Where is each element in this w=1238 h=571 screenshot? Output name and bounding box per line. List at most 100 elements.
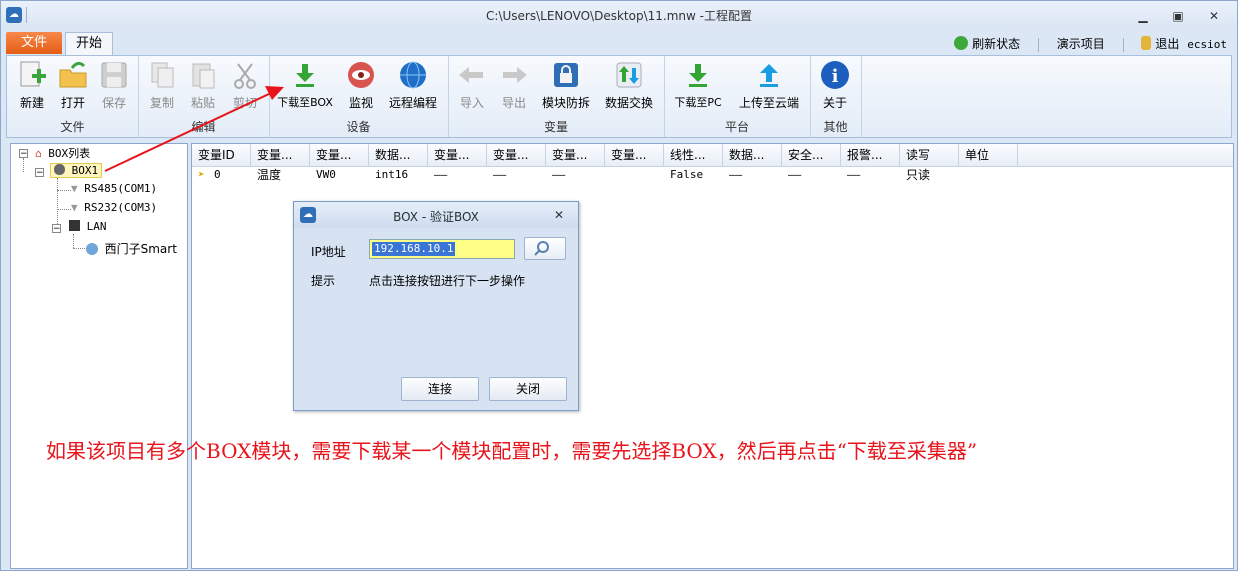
table-cell[interactable]: —— <box>428 166 487 184</box>
ip-address-input[interactable]: 192.168.10.1 <box>369 239 515 259</box>
search-button[interactable] <box>524 237 566 260</box>
column-header[interactable]: 安全... <box>782 144 841 166</box>
hint-text: 点击连接按钮进行下一步操作 <box>369 274 526 288</box>
tree-line <box>57 209 71 210</box>
import-label: 导入 <box>459 96 484 110</box>
table-cell[interactable]: 0 <box>208 166 248 184</box>
column-header[interactable]: 线性... <box>664 144 723 166</box>
table-cell[interactable]: —— <box>723 166 782 184</box>
refresh-label: 刷新状态 <box>972 37 1021 51</box>
tree-node-rs232[interactable]: ▼ RS232(COM3) <box>71 201 157 214</box>
maximize-icon[interactable]: ▣ <box>1168 8 1188 24</box>
upload-to-cloud-button[interactable]: 上传至云端 <box>736 60 802 111</box>
export-label: 导出 <box>501 96 526 110</box>
table-cell[interactable] <box>605 166 664 184</box>
tree-lan-label: LAN <box>86 220 107 233</box>
column-header[interactable]: 数据... <box>369 144 428 166</box>
about-button[interactable]: i 关于 <box>817 60 853 111</box>
ribbon-group-file: 新建 打开 保存 文件 <box>7 56 139 137</box>
data-exchange-button[interactable]: 数据交换 <box>603 60 655 111</box>
demo-project-button[interactable]: 演示项目 <box>1057 35 1105 52</box>
tree-line <box>23 158 24 172</box>
collapse-toggle[interactable]: − <box>52 224 61 234</box>
close-button[interactable]: 关闭 <box>489 377 567 401</box>
tree-node-device[interactable]: 西门子Smart <box>86 240 177 257</box>
tree-line <box>57 190 71 191</box>
column-header[interactable]: 变量... <box>605 144 664 166</box>
cut-button[interactable]: 剪切 <box>227 60 263 111</box>
copy-button[interactable]: 复制 <box>144 60 180 111</box>
column-header[interactable]: 数据... <box>723 144 782 166</box>
close-icon[interactable]: ✕ <box>1204 8 1224 24</box>
tree-node-box1[interactable]: BOX1 <box>50 163 103 178</box>
column-header[interactable]: 变量ID <box>192 144 251 166</box>
table-cell[interactable]: —— <box>487 166 546 184</box>
import-icon <box>457 60 487 90</box>
table-cell[interactable]: —— <box>841 166 900 184</box>
save-button[interactable]: 保存 <box>96 60 132 111</box>
copy-label: 复制 <box>149 96 174 110</box>
copy-icon <box>147 60 177 90</box>
open-button[interactable]: 打开 <box>55 60 91 111</box>
tree-node-rs485[interactable]: ▼ RS485(COM1) <box>71 182 157 195</box>
tree-root[interactable]: ⌂ BOX列表 <box>35 145 90 161</box>
group-label-file: 文件 <box>60 120 85 134</box>
tree-line <box>73 234 74 248</box>
column-header[interactable]: 报警... <box>841 144 900 166</box>
column-header[interactable]: 变量... <box>310 144 369 166</box>
minimize-icon[interactable]: ▁ <box>1133 8 1153 24</box>
ribbon-group-variable: 导入 导出 模块防拆 数据交换 变量 <box>448 56 665 137</box>
table-header: 变量ID 变量... 变量... 数据... 变量... 变量... 变量...… <box>192 144 1233 167</box>
column-header[interactable]: 变量... <box>487 144 546 166</box>
column-header[interactable]: 变量... <box>546 144 605 166</box>
table-cell[interactable]: 只读 <box>900 166 959 184</box>
export-button[interactable]: 导出 <box>496 60 532 111</box>
paste-button[interactable]: 粘贴 <box>185 60 221 111</box>
column-header[interactable]: 变量... <box>428 144 487 166</box>
tab-file[interactable]: 文件 <box>6 32 62 54</box>
tab-start[interactable]: 开始 <box>65 32 113 55</box>
download-to-pc-label: 下载至PC <box>674 96 722 109</box>
download-to-box-button[interactable]: 下载至BOX <box>275 60 335 110</box>
remote-program-button[interactable]: 远程编程 <box>387 60 439 111</box>
tree-node-lan[interactable]: LAN <box>69 220 107 233</box>
logout-button[interactable]: 退出 ecsiot <box>1141 35 1227 52</box>
table-cell[interactable]: False <box>664 166 723 184</box>
tree-box-label: BOX1 <box>71 164 99 177</box>
group-label-variable: 变量 <box>543 120 568 134</box>
tree-rs232-label: RS232(COM3) <box>84 201 158 214</box>
ip-address-label: IP地址 <box>311 245 346 259</box>
table-cell[interactable]: 温度 <box>251 166 310 184</box>
lan-port-icon <box>69 220 80 231</box>
tree-line <box>57 178 58 228</box>
table-cell[interactable]: —— <box>546 166 605 184</box>
close-icon[interactable]: ✕ <box>554 208 564 222</box>
collapse-toggle[interactable]: − <box>35 168 44 178</box>
dialog-title: BOX - 验证BOX <box>393 210 479 224</box>
title-bar: ☁ C:\Users\LENOVO\Desktop\11.mnw -工程配置 ▁… <box>1 1 1237 29</box>
table-cell[interactable]: VW0 <box>310 166 369 184</box>
top-right-actions: 刷新状态 演示项目 退出 ecsiot <box>940 35 1227 52</box>
table-cell[interactable]: —— <box>782 166 841 184</box>
connect-button[interactable]: 连接 <box>401 377 479 401</box>
ribbon-group-device: 下载至BOX 监视 远程编程 设备 <box>269 56 449 137</box>
import-button[interactable]: 导入 <box>454 60 490 111</box>
collapse-toggle[interactable]: − <box>19 149 28 159</box>
column-header[interactable]: 变量... <box>251 144 310 166</box>
monitor-button[interactable]: 监视 <box>343 60 379 111</box>
module-anti-tamper-button[interactable]: 模块防拆 <box>540 60 592 111</box>
column-header[interactable]: 读写 <box>900 144 959 166</box>
new-label: 新建 <box>19 96 44 110</box>
export-icon <box>499 60 529 90</box>
username: ecsiot <box>1187 38 1227 51</box>
table-cell[interactable] <box>959 166 1018 184</box>
download-to-pc-button[interactable]: 下载至PC <box>670 60 726 110</box>
table-cell[interactable]: int16 <box>369 166 428 184</box>
ribbon-group-platform: 下载至PC 上传至云端 平台 <box>664 56 811 137</box>
new-button[interactable]: 新建 <box>14 60 50 111</box>
column-header[interactable]: 单位 <box>959 144 1018 166</box>
upload-to-cloud-label: 上传至云端 <box>738 96 799 110</box>
divider <box>1037 37 1039 52</box>
refresh-status-button[interactable]: 刷新状态 <box>954 35 1020 52</box>
open-folder-icon <box>58 60 88 90</box>
